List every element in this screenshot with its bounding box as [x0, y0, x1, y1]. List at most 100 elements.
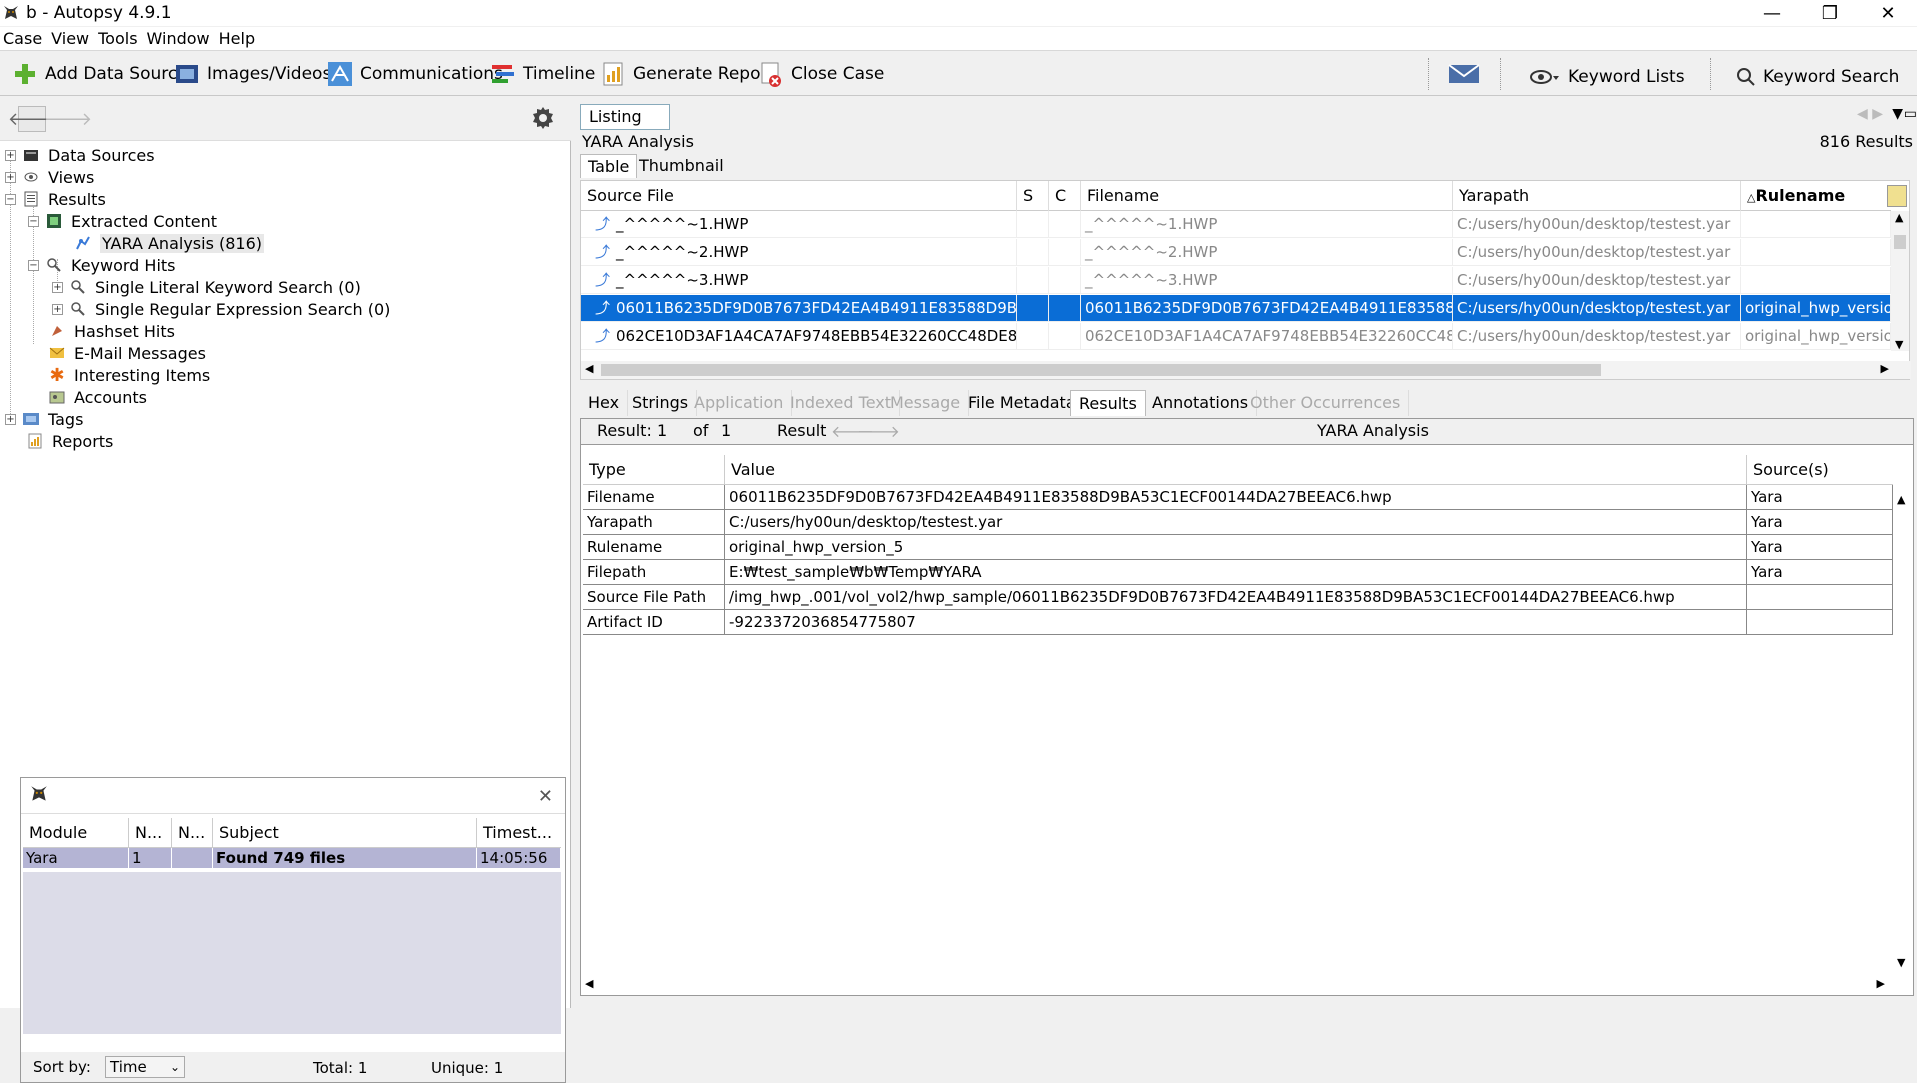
table-row[interactable]: ⤴ _^^^^^~2.HWP _^^^^^~2.HWP C:/users/hy00…: [581, 239, 1891, 266]
close-case-button[interactable]: Close Case: [758, 58, 884, 90]
column-header-c[interactable]: C: [1049, 181, 1081, 211]
tree-node-tags[interactable]: + Tags: [5, 408, 83, 430]
yara-icon: ⤴: [595, 243, 611, 261]
expand-icon[interactable]: +: [5, 149, 16, 161]
table-row[interactable]: ⤴ 062CE10D3AF1A4CA7AF9748EBB54E32260CC48D…: [581, 323, 1891, 350]
table-row[interactable]: Rulename original_hwp_version_5 Yara: [583, 535, 1893, 560]
close-icon[interactable]: ✕: [538, 786, 553, 807]
scroll-up-icon[interactable]: ▲: [1897, 493, 1905, 506]
expand-icon[interactable]: +: [52, 281, 63, 293]
restore-button[interactable]: ❐: [1801, 0, 1859, 26]
messages-button[interactable]: [1448, 58, 1487, 90]
keyword-search-button[interactable]: Keyword Search: [1736, 61, 1899, 93]
horizontal-scrollbar[interactable]: ◀ ▶: [581, 975, 1913, 995]
timeline-button[interactable]: Timeline: [490, 58, 595, 90]
scroll-left-icon[interactable]: ◀: [585, 362, 593, 375]
communications-button[interactable]: Communications: [327, 58, 503, 90]
column-header-subject[interactable]: Subject: [213, 817, 477, 848]
table-row-selected[interactable]: ⤴ 06011B6235DF9D0B7673FD42EA4B4911E83588D…: [581, 295, 1891, 322]
tab-message[interactable]: Message: [882, 390, 970, 416]
column-header-rulename[interactable]: △Rulename: [1741, 181, 1891, 211]
settings-button[interactable]: [528, 106, 558, 134]
column-header-n1[interactable]: N...: [129, 817, 172, 848]
vertical-scrollbar[interactable]: ▲ ▼: [1891, 211, 1909, 351]
tree-node-single-literal[interactable]: + Single Literal Keyword Search (0): [52, 276, 361, 298]
table-row[interactable]: ⤴ _^^^^^~3.HWP _^^^^^~3.HWP C:/users/hy00…: [581, 267, 1891, 294]
tab-annotations[interactable]: Annotations: [1144, 390, 1258, 416]
table-row[interactable]: Filename 06011B6235DF9D0B7673FD42EA4B491…: [583, 485, 1893, 510]
scroll-down-icon[interactable]: ▼: [1895, 338, 1903, 351]
images-videos-button[interactable]: Images/Videos: [174, 58, 331, 90]
sort-by-select[interactable]: Time ⌄: [105, 1056, 185, 1078]
scroll-up-icon[interactable]: ▲: [1895, 211, 1903, 224]
menu-case[interactable]: Case: [0, 29, 48, 48]
column-header-timestamp[interactable]: Timest...: [477, 818, 561, 848]
tab-listing[interactable]: Listing: [580, 104, 670, 130]
table-row[interactable]: Artifact ID -9223372036854775807: [583, 610, 1893, 635]
scroll-left-icon[interactable]: ◀: [585, 977, 593, 990]
generate-report-button[interactable]: Generate Report: [600, 58, 774, 90]
tab-file-metadata[interactable]: File Metadata: [960, 390, 1085, 416]
scroll-right-icon[interactable]: ▶: [1877, 977, 1885, 990]
vertical-scrollbar[interactable]: ▲ ▼: [1893, 455, 1911, 969]
scrollbar-thumb[interactable]: [1894, 235, 1906, 249]
tree-node-data-sources[interactable]: + Data Sources: [5, 144, 155, 166]
collapse-icon[interactable]: −: [5, 193, 16, 205]
tree-node-extracted-content[interactable]: − Extracted Content: [28, 210, 217, 232]
back-button[interactable]: 🡐: [8, 106, 56, 132]
tree-node-views[interactable]: + Views: [5, 166, 94, 188]
tree-node-interesting-items[interactable]: ✱ Interesting Items: [48, 364, 210, 386]
tree-node-keyword-hits[interactable]: − Keyword Hits: [28, 254, 176, 276]
column-header-filename[interactable]: Filename: [1081, 181, 1453, 211]
tree-node-yara-analysis[interactable]: YARA Analysis (816): [74, 232, 265, 254]
tab-application[interactable]: Application: [686, 390, 793, 416]
scrollbar-thumb[interactable]: [601, 364, 1601, 376]
menu-help[interactable]: Help: [216, 29, 261, 48]
tab-table[interactable]: Table: [580, 154, 638, 178]
column-header-yarapath[interactable]: Yarapath: [1453, 181, 1741, 211]
table-row[interactable]: Filepath E:₩test_sample₩b₩Temp₩YARA Yara: [583, 560, 1893, 585]
column-header-module[interactable]: Module: [23, 817, 129, 848]
tree-node-email-messages[interactable]: E-Mail Messages: [48, 342, 206, 364]
scroll-down-icon[interactable]: ▼: [1897, 956, 1905, 969]
next-result-button[interactable]: 🡒: [857, 421, 900, 441]
scroll-right-icon[interactable]: ▶: [1881, 362, 1889, 375]
table-row[interactable]: Source File Path /img_hwp_.001/vol_vol2/…: [583, 585, 1893, 610]
chevron-down-icon[interactable]: ▼: [1892, 106, 1903, 122]
keyword-lists-button[interactable]: Keyword Lists: [1530, 61, 1685, 93]
horizontal-scrollbar[interactable]: ◀ ▶: [581, 361, 1911, 379]
listing-nav-arrows[interactable]: ◀ ▶: [1857, 106, 1883, 122]
column-header-type[interactable]: Type: [583, 455, 725, 484]
tab-thumbnail[interactable]: Thumbnail: [632, 154, 731, 178]
table-row[interactable]: Yarapath C:/users/hy00un/desktop/testest…: [583, 510, 1893, 535]
collapse-icon[interactable]: −: [28, 215, 39, 227]
menu-view[interactable]: View: [48, 29, 95, 48]
menu-tools[interactable]: Tools: [95, 29, 143, 48]
tree-node-reports[interactable]: Reports: [26, 430, 113, 452]
add-data-source-button[interactable]: Add Data Source: [12, 58, 188, 90]
tab-hex[interactable]: Hex: [580, 390, 629, 416]
tree-node-results[interactable]: − Results: [5, 188, 106, 210]
forward-button[interactable]: 🡒: [44, 106, 92, 132]
collapse-icon[interactable]: −: [28, 259, 39, 271]
maximize-icon[interactable]: ▭: [1904, 106, 1917, 122]
expand-icon[interactable]: +: [52, 303, 63, 315]
column-chooser-icon[interactable]: [1887, 185, 1907, 207]
tree-node-hashset-hits[interactable]: Hashset Hits: [48, 320, 175, 342]
tab-other-occurrences[interactable]: Other Occurrences: [1242, 390, 1410, 416]
minimize-button[interactable]: —: [1743, 0, 1801, 26]
expand-icon[interactable]: +: [5, 171, 16, 183]
expand-icon[interactable]: +: [5, 413, 16, 425]
table-row[interactable]: Yara 1 Found 749 files 14:05:56: [23, 848, 561, 868]
tab-results[interactable]: Results: [1070, 390, 1146, 416]
tree-node-accounts[interactable]: Accounts: [48, 386, 147, 408]
column-header-value[interactable]: Value: [725, 455, 1747, 484]
column-header-source-file[interactable]: Source File: [581, 181, 1017, 211]
menu-window[interactable]: Window: [144, 29, 216, 48]
column-header-s[interactable]: S: [1017, 181, 1049, 211]
column-header-n2[interactable]: N...: [172, 817, 213, 848]
tree-node-single-regex[interactable]: + Single Regular Expression Search (0): [52, 298, 390, 320]
close-window-button[interactable]: ✕: [1859, 0, 1917, 26]
table-row[interactable]: ⤴ _^^^^^~1.HWP _^^^^^~1.HWP C:/users/hy00…: [581, 211, 1891, 238]
column-header-sources[interactable]: Source(s): [1747, 455, 1893, 484]
